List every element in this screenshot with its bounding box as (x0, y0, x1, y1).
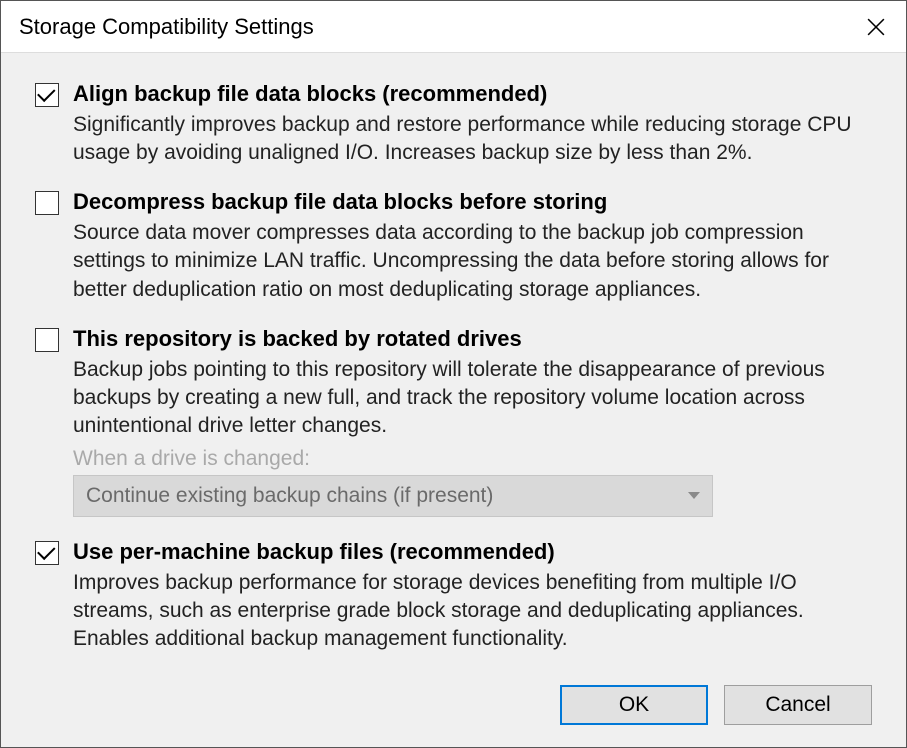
close-icon (867, 18, 885, 36)
option-body: Use per-machine backup files (recommende… (73, 537, 872, 654)
per-machine-checkbox[interactable] (35, 541, 59, 565)
dialog-title: Storage Compatibility Settings (19, 14, 314, 40)
decompress-title: Decompress backup file data blocks befor… (73, 187, 872, 217)
drive-changed-dropdown[interactable]: Continue existing backup chains (if pres… (73, 475, 713, 517)
titlebar: Storage Compatibility Settings (1, 1, 906, 53)
option-body: Decompress backup file data blocks befor… (73, 187, 872, 304)
button-row: OK Cancel (1, 681, 906, 747)
option-per-machine: Use per-machine backup files (recommende… (35, 537, 872, 654)
per-machine-title: Use per-machine backup files (recommende… (73, 537, 872, 567)
close-button[interactable] (846, 1, 906, 53)
cancel-button[interactable]: Cancel (724, 685, 872, 725)
option-body: This repository is backed by rotated dri… (73, 324, 872, 517)
content-area: Align backup file data blocks (recommend… (1, 53, 906, 681)
rotated-subsection: When a drive is changed: Continue existi… (73, 447, 872, 517)
align-description: Significantly improves backup and restor… (73, 111, 872, 168)
dialog: Storage Compatibility Settings Align bac… (0, 0, 907, 748)
option-decompress: Decompress backup file data blocks befor… (35, 187, 872, 304)
option-rotated: This repository is backed by rotated dri… (35, 324, 872, 517)
chevron-down-icon (688, 492, 700, 499)
drive-changed-label: When a drive is changed: (73, 447, 872, 471)
decompress-checkbox[interactable] (35, 191, 59, 215)
option-body: Align backup file data blocks (recommend… (73, 79, 872, 167)
align-checkbox[interactable] (35, 83, 59, 107)
dropdown-value: Continue existing backup chains (if pres… (86, 484, 493, 508)
rotated-title: This repository is backed by rotated dri… (73, 324, 872, 354)
option-align: Align backup file data blocks (recommend… (35, 79, 872, 167)
align-title: Align backup file data blocks (recommend… (73, 79, 872, 109)
decompress-description: Source data mover compresses data accord… (73, 219, 872, 304)
rotated-description: Backup jobs pointing to this repository … (73, 356, 872, 441)
rotated-checkbox[interactable] (35, 328, 59, 352)
per-machine-description: Improves backup performance for storage … (73, 569, 872, 654)
ok-button[interactable]: OK (560, 685, 708, 725)
